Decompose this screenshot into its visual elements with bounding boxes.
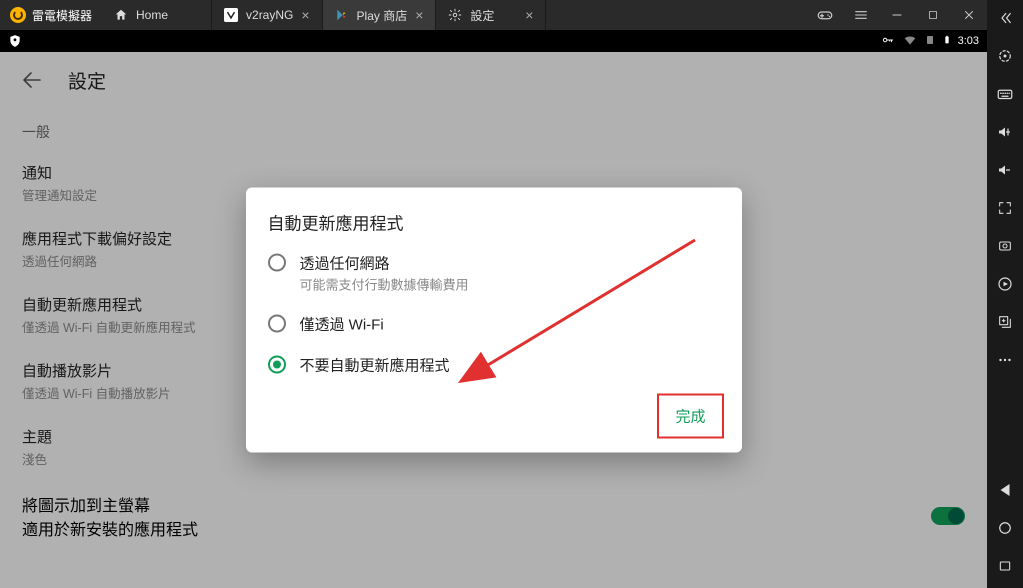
collapse-icon[interactable] bbox=[993, 6, 1017, 30]
minimize-icon[interactable] bbox=[879, 0, 915, 30]
wifi-icon bbox=[902, 33, 918, 50]
radio-icon bbox=[268, 315, 286, 333]
option-sub: 可能需支付行動數據傳輸費用 bbox=[300, 275, 469, 294]
annotation-highlight: 完成 bbox=[657, 394, 723, 439]
dialog-title: 自動更新應用程式 bbox=[246, 210, 742, 243]
tab-v2rayng[interactable]: v2rayNG × bbox=[212, 0, 323, 30]
gamepad-icon[interactable] bbox=[807, 0, 843, 30]
close-icon[interactable] bbox=[951, 0, 987, 30]
play-icon bbox=[335, 8, 349, 22]
emulator-sidebar bbox=[987, 0, 1023, 588]
status-time: 3:03 bbox=[958, 35, 979, 47]
auto-update-dialog: 自動更新應用程式 透過任何網路 可能需支付行動數據傳輸費用 僅透過 Wi-Fi bbox=[246, 188, 742, 453]
emulator-tabbar: 雷電模擬器 Home v2rayNG × Play 商店 bbox=[0, 0, 987, 30]
tab-label: Play 商店 bbox=[357, 7, 408, 24]
settings-page: 設定 一般 通知 管理通知設定 應用程式下載偏好設定 透過任何網路 自動更新應用… bbox=[0, 52, 987, 588]
tab-label: 設定 bbox=[470, 7, 494, 24]
record-icon[interactable] bbox=[993, 272, 1017, 296]
fullscreen-icon[interactable] bbox=[993, 196, 1017, 220]
menu-icon[interactable] bbox=[843, 0, 879, 30]
volume-up-icon[interactable] bbox=[993, 120, 1017, 144]
android-status-bar: 3:03 bbox=[0, 30, 987, 52]
tab-close-icon[interactable]: × bbox=[301, 7, 309, 23]
multi-instance-icon[interactable] bbox=[993, 310, 1017, 334]
option-title: 僅透過 Wi-Fi bbox=[300, 314, 384, 335]
brand-logo-icon bbox=[10, 7, 26, 23]
gear-icon bbox=[448, 8, 462, 22]
no-sim-icon bbox=[924, 33, 936, 50]
window-controls bbox=[807, 0, 987, 30]
nav-recents-icon[interactable] bbox=[993, 554, 1017, 578]
v2ray-icon bbox=[224, 8, 238, 22]
nav-home-icon[interactable] bbox=[993, 516, 1017, 540]
battery-icon bbox=[942, 33, 952, 50]
tab-play-store[interactable]: Play 商店 × bbox=[323, 0, 437, 30]
maximize-icon[interactable] bbox=[915, 0, 951, 30]
emulator-brand: 雷電模擬器 bbox=[0, 0, 102, 30]
volume-down-icon[interactable] bbox=[993, 158, 1017, 182]
option-wifi-only[interactable]: 僅透過 Wi-Fi bbox=[246, 304, 742, 345]
tab-home[interactable]: Home bbox=[102, 0, 212, 30]
tab-label: Home bbox=[136, 8, 168, 22]
option-dont-update[interactable]: 不要自動更新應用程式 bbox=[246, 345, 742, 386]
home-icon bbox=[114, 8, 128, 22]
radio-icon bbox=[268, 254, 286, 272]
shield-icon bbox=[8, 34, 22, 48]
more-icon[interactable] bbox=[993, 348, 1017, 372]
tab-settings[interactable]: 設定 × bbox=[436, 0, 546, 30]
screenshot-icon[interactable] bbox=[993, 234, 1017, 258]
tab-close-icon[interactable]: × bbox=[525, 7, 533, 23]
option-title: 不要自動更新應用程式 bbox=[300, 355, 450, 376]
done-button[interactable]: 完成 bbox=[661, 398, 719, 435]
tab-close-icon[interactable]: × bbox=[415, 7, 423, 23]
option-any-network[interactable]: 透過任何網路 可能需支付行動數據傳輸費用 bbox=[246, 243, 742, 304]
nav-back-icon[interactable] bbox=[993, 478, 1017, 502]
keyboard-icon[interactable] bbox=[993, 82, 1017, 106]
location-icon[interactable] bbox=[993, 44, 1017, 68]
radio-icon bbox=[268, 356, 286, 374]
option-title: 透過任何網路 bbox=[300, 253, 469, 274]
vpn-key-icon bbox=[880, 33, 896, 50]
tab-label: v2rayNG bbox=[246, 8, 293, 22]
brand-label: 雷電模擬器 bbox=[32, 7, 92, 24]
